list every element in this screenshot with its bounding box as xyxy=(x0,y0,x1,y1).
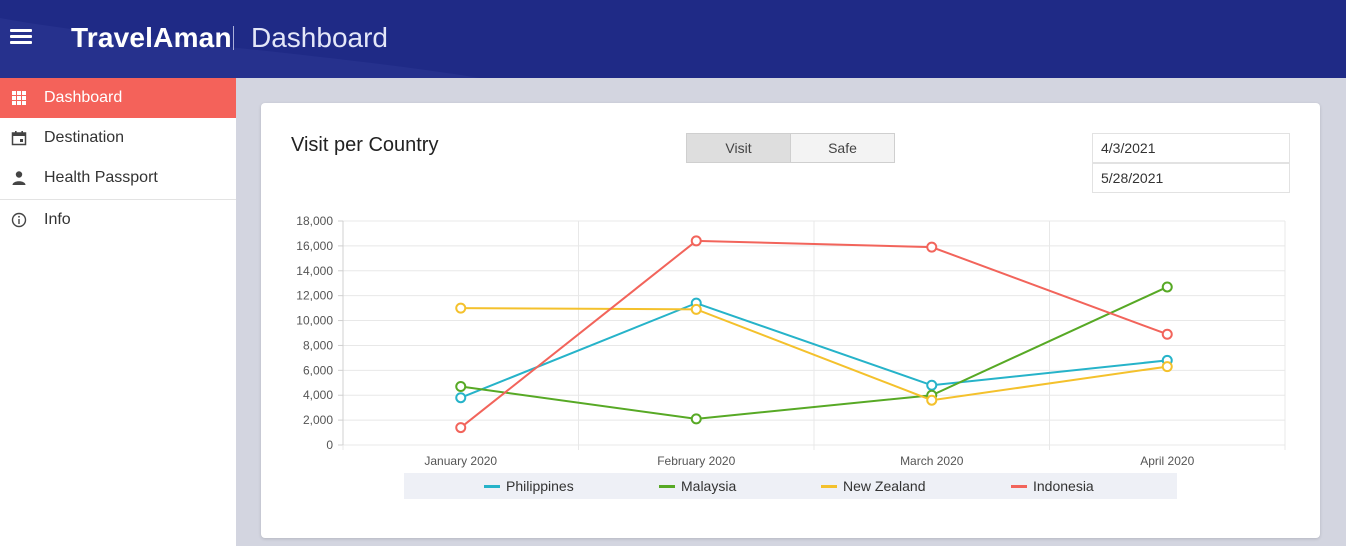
y-tick-label: 6,000 xyxy=(303,363,333,377)
x-tick-label: March 2020 xyxy=(900,454,964,468)
sidebar-item-health-passport[interactable]: Health Passport xyxy=(0,158,236,198)
legend-swatch xyxy=(484,484,500,488)
page-title: Dashboard xyxy=(251,22,388,53)
y-tick-label: 18,000 xyxy=(296,214,333,228)
legend-swatch xyxy=(1011,484,1027,488)
y-tick-label: 14,000 xyxy=(296,264,333,278)
date-from-input[interactable] xyxy=(1092,133,1290,163)
top-app-bar: TravelAman Dashboard xyxy=(0,0,1346,78)
data-point-new-zealand xyxy=(455,302,467,314)
data-point-new-zealand xyxy=(690,303,702,315)
card-title: Visit per Country xyxy=(291,134,439,156)
data-point-malaysia xyxy=(455,381,467,393)
legend-swatch xyxy=(659,484,675,488)
data-point-philippines xyxy=(455,392,467,404)
sidebar-item-label: Destination xyxy=(44,129,125,146)
brand-divider xyxy=(233,26,234,50)
y-tick-label: 4,000 xyxy=(303,388,333,402)
info-icon xyxy=(11,212,27,228)
legend-item-new-zealand[interactable]: New Zealand xyxy=(821,478,926,494)
legend-item-malaysia[interactable]: Malaysia xyxy=(659,478,736,494)
y-tick-label: 10,000 xyxy=(296,314,333,328)
x-tick-label: January 2020 xyxy=(424,454,497,468)
y-tick-label: 8,000 xyxy=(303,338,333,352)
y-tick-label: 16,000 xyxy=(296,239,333,253)
sidebar-item-info[interactable]: Info xyxy=(0,200,236,240)
data-point-new-zealand xyxy=(926,394,938,406)
sidebar-item-label: Health Passport xyxy=(44,169,158,186)
visit-safe-toggle: Visit Safe xyxy=(686,133,895,163)
visit-toggle-button[interactable]: Visit xyxy=(687,134,791,162)
grid-icon xyxy=(12,91,26,105)
legend-label: Indonesia xyxy=(1033,478,1094,494)
data-point-malaysia xyxy=(1161,281,1173,293)
safe-toggle-button[interactable]: Safe xyxy=(791,134,894,162)
sidebar-item-label: Dashboard xyxy=(44,89,123,106)
legend-label: New Zealand xyxy=(843,478,926,494)
data-point-indonesia xyxy=(455,422,467,434)
sidebar-item-dashboard[interactable]: Dashboard xyxy=(0,78,236,118)
legend-item-indonesia[interactable]: Indonesia xyxy=(1011,478,1094,494)
sidebar: Dashboard Destination Health Passport In… xyxy=(0,78,236,546)
data-point-philippines xyxy=(926,379,938,391)
person-icon xyxy=(12,171,26,185)
hamburger-menu-icon[interactable] xyxy=(10,29,32,47)
legend-item-philippines[interactable]: Philippines xyxy=(484,478,574,494)
y-tick-label: 0 xyxy=(326,438,333,452)
visit-line-chart: 0 2,000 4,000 6,000 8,000 10,000 12,000 14,000 1… xyxy=(296,214,1286,468)
date-to-input[interactable] xyxy=(1092,163,1290,193)
data-point-new-zealand xyxy=(1161,361,1173,373)
y-tick-label: 12,000 xyxy=(296,289,333,303)
y-tick-label: 2,000 xyxy=(303,413,333,427)
data-point-malaysia xyxy=(690,413,702,425)
legend-label: Philippines xyxy=(506,478,574,494)
legend-label: Malaysia xyxy=(681,478,737,494)
data-point-indonesia xyxy=(690,235,702,247)
x-tick-label: April 2020 xyxy=(1140,454,1194,468)
x-tick-label: February 2020 xyxy=(657,454,735,468)
sidebar-item-destination[interactable]: Destination xyxy=(0,118,236,158)
data-point-indonesia xyxy=(1161,328,1173,340)
legend-swatch xyxy=(821,484,837,488)
sidebar-item-label: Info xyxy=(44,211,71,228)
calendar-icon xyxy=(11,131,27,146)
app-brand: TravelAman xyxy=(71,22,232,53)
data-point-indonesia xyxy=(926,241,938,253)
